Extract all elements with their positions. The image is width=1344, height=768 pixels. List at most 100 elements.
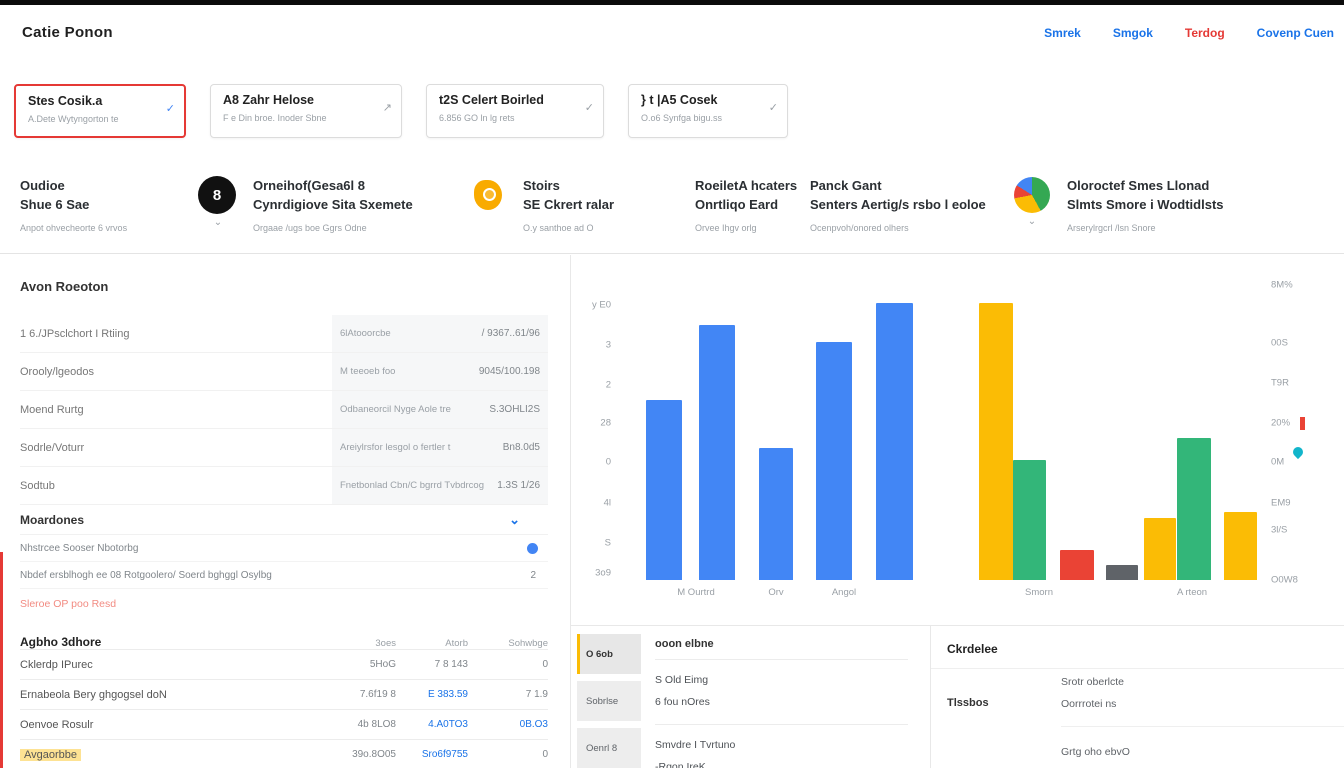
chevron-down-icon: ⌄ [1012,218,1052,226]
y-axis-tick-label: 28 [573,418,611,429]
bottom-detail-panel: O 6ob Sobrlse Oenrl 8 ooon elbne S Old E… [570,625,930,768]
nav-link-terdog[interactable]: Terdog [1185,26,1225,40]
pie-chart-icon [1014,177,1050,213]
x-axis-tick-label: Smorn [1025,587,1053,598]
feature-title-2: Slmts Smore i Wodtidlsts [1067,195,1224,214]
detail-tab-2[interactable]: Sobrlse [577,681,641,721]
report-row-cell: 6lAtooorcbe / 9367..61/96 [332,315,548,352]
table-cell: 0 [468,749,548,760]
report-row-value: 9045/100.198 [479,366,540,377]
report-row-cell: Odbaneorcil Nyge Aole tre S.3OHLI2S [332,391,548,428]
y2-axis-tick-label: 8M% [1271,280,1293,291]
feature-item-1[interactable]: Oudioe Shue 6 Sae Anpot ohvecheorte 6 vr… [20,176,127,233]
report-row: Sodtub Fnetbonlad Cbn/C bgrrd Tvbdrcog 1… [20,467,548,505]
check-icon: ✓ [769,101,778,114]
feature-subtitle: Orgaae /ugs boe Ggrs Odne [253,223,413,233]
stat-card-subtitle: 6.856 GO ln lg rets [439,113,577,123]
feature-subtitle: Ocenpvoh/onored olhers [810,223,986,233]
stat-card-subtitle: F e Din broe. Inoder Sbne [223,113,375,123]
feature-item-5[interactable]: Panck Gant Senters Aertig/s rsbo l eoloe… [810,176,986,233]
table-cell-link[interactable]: 4.A0TO3 [396,719,468,730]
summary-value-3: Grtg oho ebvO [1061,746,1130,758]
stat-card-1-highlighted[interactable]: Stes Cosik.a A.Dete Wytyngorton te ✓ [14,84,186,138]
report-panel-title: Avon Roeoton [20,279,108,294]
table-cell: 7 1.9 [468,689,548,700]
feature-title: Oudioe [20,176,127,195]
check-icon: ✓ [166,102,175,115]
report-row-label: Moend Rurtg [20,391,332,428]
nav-link-covenp[interactable]: Covenp Cuen [1257,26,1334,40]
detail-tab-1[interactable]: O 6ob [577,634,641,674]
feature-item-4[interactable]: RoeiletA hcaters Onrtliqo Eard Orvee Ihg… [695,176,797,233]
stat-card-title: } t |A5 Cosek [641,93,761,107]
report-row-value: Bn8.0d5 [503,442,540,453]
sub-row-label: Nhstrcee Sooser Nbotorbg [20,543,527,554]
table-cell: 5HoG [324,659,396,670]
feature-item-2[interactable]: 8 ⌄ Orneihof(Gesa6l 8 Cynrdigiove Sita S… [198,176,413,233]
y-axis-tick-label: 0 [573,457,611,468]
report-row-label: Sodtub [20,467,332,504]
stat-card-3[interactable]: t2S Celert Boirled 6.856 GO ln lg rets ✓ [426,84,604,138]
accordion-toggle[interactable]: Moardones ⌄ [20,505,548,535]
table-cell: 0 [468,659,548,670]
nav-link-smrek[interactable]: Smrek [1044,26,1081,40]
feature-subtitle: O.y santhoe ad O [523,223,614,233]
chart-bar [1013,460,1046,580]
table-row: Ernabeola Bery ghgogsel doN 7.6f19 8 E 3… [20,679,548,709]
summary-value-2: Oorrrotei ns [1061,698,1116,710]
report-row-value: 1.3S 1/26 [497,480,540,491]
bottom-summary-panel: Ckrdelee Srotr oberlcte Tlssbos Oorrrote… [930,625,1344,768]
chart-bar [1144,518,1176,580]
stat-card-4[interactable]: } t |A5 Cosek O.o6 Synfga bigu.ss ✓ [628,84,788,138]
feature-item-3[interactable]: Stoirs SE Ckrert ralar O.y santhoe ad O [468,176,614,233]
bar-chart: y E0322804lS3o98M%00ST9R20%0MEM93l/SO0W8… [570,255,1344,625]
stat-card-subtitle: A.Dete Wytyngorton te [28,114,158,124]
feature-icon-wrap: ⌄ [1012,176,1052,233]
chart-bar [1177,438,1211,580]
report-list: 1 6./JPsclchort I Rtiing 6lAtooorcbe / 9… [20,315,548,610]
nav-link-smgok[interactable]: Smgok [1113,26,1153,40]
table-cell-link[interactable]: E 383.59 [396,689,468,700]
table-title: Agbho 3dhore [20,635,324,649]
report-sub-row[interactable]: Nhstrcee Sooser Nbotorbg [20,535,548,562]
chart-bar [816,342,852,580]
table-cell: 4b 8LO8 [324,719,396,730]
check-icon: ✓ [585,101,594,114]
tab-label: O 6ob [586,649,613,660]
x-axis-tick-label: Angol [832,587,856,598]
report-sub-row[interactable]: Nbdef ersblhogh ee 08 Rotgoolero/ Soerd … [20,562,548,589]
detail-item: S Old Eimg 6 fou nOres [655,660,908,725]
stat-card-title: t2S Celert Boirled [439,93,577,107]
table-cell-link[interactable]: 0B.O3 [468,719,548,730]
report-row-label: Orooly/lgeodos [20,353,332,390]
feature-title-2: Cynrdigiove Sita Sxemete [253,195,413,214]
chart-bar [876,303,913,580]
table-col-header: Sohwbge [468,638,548,649]
chart-bar [1060,550,1094,580]
report-row-mid: Odbaneorcil Nyge Aole tre [340,404,489,415]
table-row-name: Ernabeola Bery ghgogsel doN [20,689,324,701]
summary-label-2: Tlssbos [947,697,989,709]
tab-label: Oenrl 8 [586,743,617,754]
y-axis-tick-label: 4l [573,498,611,509]
y2-axis-tick-label: T9R [1271,378,1289,389]
report-link[interactable]: Sleroe OP poo Resd [20,598,548,610]
detail-item: Smvdre I Tvrtuno -Rgon IreK [655,725,908,768]
feature-subtitle: Arserylrgcrl /lsn Snore [1067,223,1224,233]
table-cell-link[interactable]: Sro6f9755 [396,749,468,760]
table-cell: 39o.8O05 [324,749,396,760]
feature-item-6[interactable]: ⌄ Oloroctef Smes Llonad Slmts Smore i Wo… [1012,176,1224,233]
report-row-cell: Fnetbonlad Cbn/C bgrrd Tvbdrcog 1.3S 1/2… [332,467,548,504]
report-row-cell: Areiylrsfor lesgol o fertler t Bn8.0d5 [332,429,548,466]
count-badge: 2 [530,570,536,581]
lock-badge-icon: 8 [198,176,236,214]
app-header: Catie Ponon Smrek Smgok Terdog Covenp Cu… [0,5,1344,60]
y-axis-corner-label: 3o9 [573,568,611,579]
x-axis-tick-label: Orv [768,587,783,598]
detail-tab-3[interactable]: Oenrl 8 [577,728,641,768]
chevron-down-icon: ⌄ [198,219,238,227]
report-row-cell: M teeoeb foo 9045/100.198 [332,353,548,390]
report-row-label: 1 6./JPsclchort I Rtiing [20,315,332,352]
stat-card-2[interactable]: A8 Zahr Helose F e Din broe. Inoder Sbne… [210,84,402,138]
report-row-mid: 6lAtooorcbe [340,328,482,339]
